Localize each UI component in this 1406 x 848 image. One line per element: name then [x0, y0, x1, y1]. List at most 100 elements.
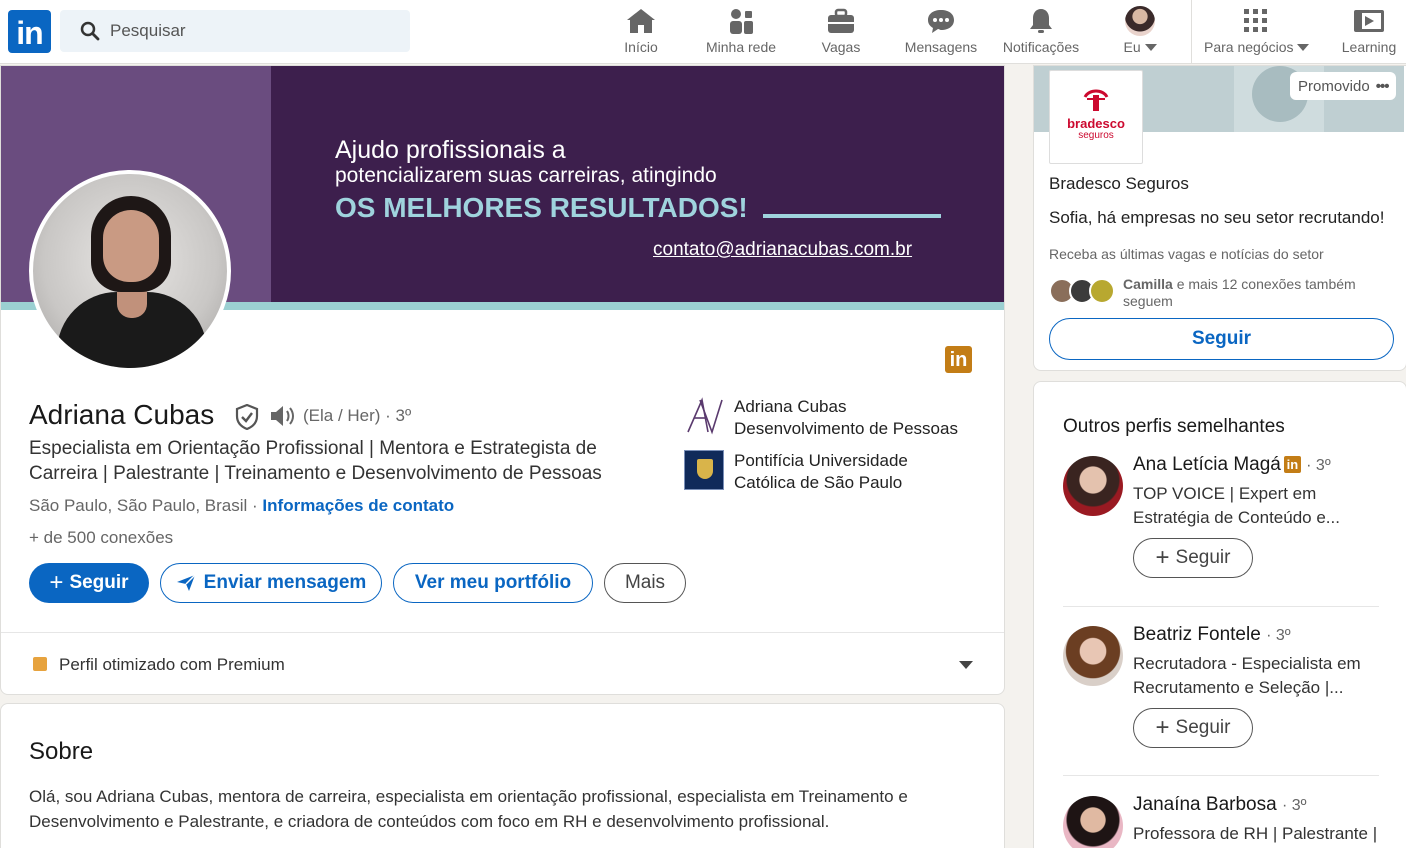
nav-messaging-label: Mensagens [904, 39, 978, 55]
ad-follow-button[interactable]: Seguir [1049, 318, 1394, 360]
similar-name: Ana Letícia Magá [1133, 454, 1281, 475]
avatar [1063, 796, 1123, 848]
ad-company-name[interactable]: Bradesco Seguros [1049, 174, 1189, 194]
linkedin-logo-icon[interactable]: in [8, 10, 51, 53]
linkedin-premium-icon: in [1283, 456, 1301, 473]
home-icon [627, 9, 655, 33]
banner-line-3: OS MELHORES RESULTADOS! [335, 192, 748, 223]
briefcase-icon [828, 8, 854, 33]
nav-business[interactable]: Para negócios [1204, 6, 1310, 60]
nav-home[interactable]: Início [612, 6, 670, 60]
similar-name: Beatriz Fontele [1133, 624, 1261, 645]
speaker-icon[interactable] [269, 404, 297, 428]
search-placeholder: Pesquisar [110, 21, 186, 40]
similar-follow-label: Seguir [1175, 547, 1231, 568]
photo-face [103, 210, 159, 282]
nav-me-label: Eu [1114, 39, 1166, 55]
divider [1063, 606, 1379, 607]
avatar [1063, 456, 1123, 516]
premium-text: Perfil otimizado com Premium [59, 655, 285, 674]
similar-headline: Professora de RH | Palestrante | [1133, 824, 1378, 843]
similar-follow-button[interactable]: + Seguir [1133, 538, 1253, 578]
similar-follow-button[interactable]: + Seguir [1133, 708, 1253, 748]
org-company-line1: Adriana Cubas [734, 397, 847, 416]
banner-line-2: potencializarem suas carreiras, atingind… [335, 164, 717, 187]
grid-icon [1244, 9, 1267, 32]
more-options-icon[interactable]: ••• [1376, 78, 1390, 95]
nav-jobs[interactable]: Vagas [812, 6, 870, 60]
ad-subtext: Receba as últimas vagas e notícias do se… [1049, 246, 1324, 262]
send-message-button[interactable]: Enviar mensagem [160, 563, 382, 603]
nav-network[interactable]: Minha rede [700, 6, 782, 60]
messaging-icon [928, 10, 954, 33]
promoted-badge[interactable]: Promovido ••• [1290, 72, 1397, 100]
more-button[interactable]: Mais [604, 563, 686, 603]
search-input[interactable]: Pesquisar [60, 10, 410, 52]
banner-line-1: Ajudo profissionais a [335, 136, 566, 164]
nav-jobs-label: Vagas [821, 39, 861, 55]
divider [1063, 775, 1379, 776]
network-icon [730, 9, 753, 34]
org-education-line1: Pontifícia Universidade [734, 451, 908, 470]
university-logo-icon [684, 450, 724, 490]
profile-card: Ajudo profissionais a potencializarem su… [0, 65, 1005, 695]
follow-button[interactable]: + Seguir [29, 563, 149, 603]
verified-shield-icon[interactable] [235, 404, 259, 430]
bradesco-logo-text: bradesco [1067, 116, 1125, 131]
about-title: Sobre [29, 738, 94, 765]
portfolio-button[interactable]: Ver meu portfólio [393, 563, 593, 603]
plus-icon: + [1155, 714, 1170, 741]
profile-location: São Paulo, São Paulo, Brasil · Informaçõ… [29, 496, 454, 516]
ad-follow-label: Seguir [1191, 328, 1252, 349]
org-company-line2: Desenvolvimento de Pessoas [734, 419, 958, 438]
search-icon [80, 21, 100, 41]
nav-home-label: Início [624, 39, 658, 55]
ad-message: Sofia, há empresas no seu setor recrutan… [1049, 208, 1385, 227]
org-education-line2: Católica de São Paulo [734, 473, 903, 492]
ad-card: bradesco seguros Promovido ••• Bradesco S… [1033, 65, 1406, 371]
avatar [1063, 626, 1123, 686]
connections-count[interactable]: + de 500 conexões [29, 528, 173, 548]
pronouns-degree: (Ela / Her) · 3º [303, 406, 412, 425]
chevron-down-icon [1297, 44, 1310, 51]
portfolio-label: Ver meu portfólio [414, 572, 572, 593]
similar-title: Outros perfis semelhantes [1063, 416, 1285, 437]
nav-learning[interactable]: Learning [1336, 6, 1402, 60]
nav-learning-label: Learning [1341, 39, 1397, 55]
nav-me[interactable]: Eu [1114, 6, 1166, 60]
avatar [1125, 6, 1155, 36]
similar-follow-label: Seguir [1175, 717, 1231, 738]
nav-messaging[interactable]: Mensagens [900, 6, 982, 60]
similar-degree: · 3º [1306, 457, 1331, 474]
plus-icon: + [49, 569, 64, 596]
send-message-label: Enviar mensagem [203, 572, 367, 593]
banner-underline [763, 214, 941, 218]
company-logo-icon [687, 397, 723, 435]
promoted-label: Promovido [1298, 77, 1370, 95]
avatar [1089, 278, 1115, 304]
nav-notifications[interactable]: Notificações [998, 6, 1084, 60]
premium-section[interactable]: Perfil otimizado com Premium [1, 632, 1004, 694]
nav-divider [1191, 0, 1192, 64]
caret-down-icon[interactable] [959, 661, 973, 670]
top-nav: in Pesquisar Início Minha rede Vagas Men… [0, 0, 1406, 64]
ad-conn-name: Camilla [1123, 276, 1173, 292]
nav-business-label: Para negócios [1204, 39, 1310, 55]
location-text: São Paulo, São Paulo, Brasil [29, 496, 248, 515]
profile-headline: Especialista em Orientação Profissional … [29, 438, 602, 484]
bradesco-symbol-icon [1083, 89, 1109, 111]
similar-name: Janaína Barbosa [1133, 794, 1277, 815]
premium-icon [33, 657, 47, 671]
profile-photo[interactable] [29, 170, 231, 372]
plus-icon: + [1155, 544, 1170, 571]
about-card: Sobre Olá, sou Adriana Cubas, mentora de… [0, 703, 1005, 848]
about-body: Olá, sou Adriana Cubas, mentora de carre… [29, 787, 908, 831]
contact-info-link[interactable]: Informações de contato [262, 496, 454, 515]
similar-degree: · 3º [1266, 627, 1291, 644]
similar-profiles-card: Outros perfis semelhantes Ana Letícia Ma… [1033, 381, 1406, 848]
bradesco-logo[interactable]: bradesco seguros [1049, 70, 1143, 164]
linkedin-premium-icon: in [945, 346, 972, 373]
profile-name: Adriana Cubas [29, 399, 215, 430]
similar-headline: TOP VOICE | Expert em Estratégia de Cont… [1133, 484, 1340, 527]
location-separator: · [247, 496, 263, 515]
